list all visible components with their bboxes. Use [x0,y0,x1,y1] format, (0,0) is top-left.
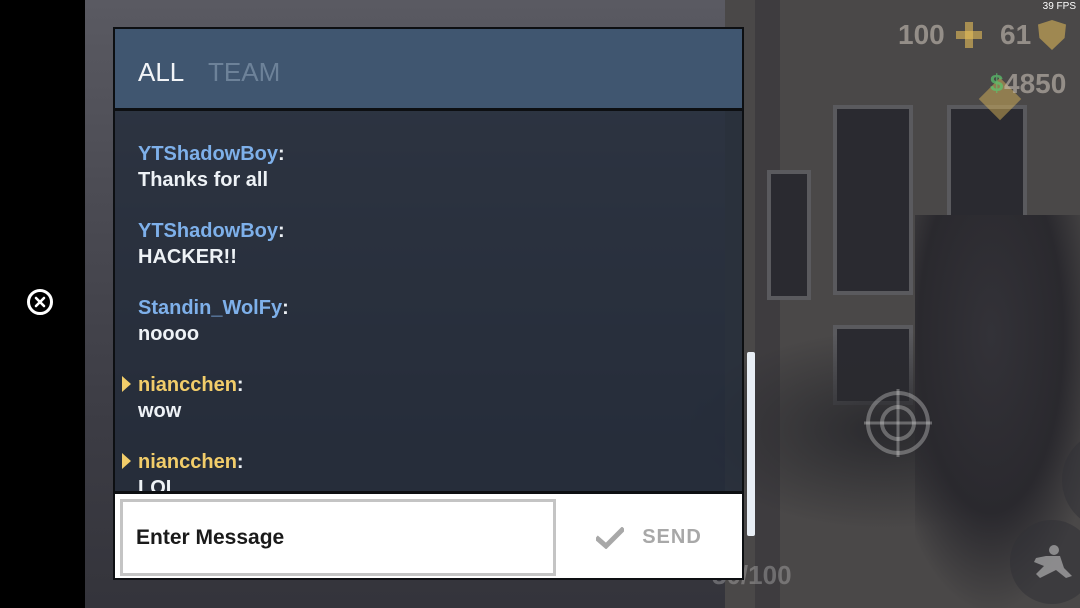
chat-header: ALL TEAM [115,29,742,111]
checkmark-icon [596,526,625,549]
send-button[interactable]: SEND [560,499,738,576]
left-strip [0,0,85,608]
fps-counter: 39 FPS [1042,1,1076,12]
chat-message-self: niancchen: wow [122,374,698,423]
health-value: 100 [898,19,945,50]
sender-name: Standin_WolFy [138,297,283,319]
send-label: SEND [642,526,702,548]
message-text: HACKER!! [138,246,237,268]
aim-button[interactable] [860,385,936,461]
armor-value: 61 [1000,19,1032,50]
chat-message: Standin_WolFy: noooo [138,297,698,346]
sender-name: YTShadowBoy [138,220,279,242]
message-text: LOL [138,477,178,491]
money-value: 4850 [1004,68,1067,99]
sender-name: YTShadowBoy [138,143,279,165]
tab-all[interactable]: ALL [138,57,184,88]
sender-name: niancchen [138,451,237,473]
chat-message: YTShadowBoy: Thanks for all [138,143,698,192]
message-text: noooo [138,323,200,345]
self-marker-icon [122,453,131,469]
self-marker-icon [122,376,131,392]
sender-name: niancchen [138,374,237,396]
chat-message-list[interactable]: YTShadowBoy: Thanks for all YTShadowBoy:… [115,111,742,491]
message-text: Thanks for all [138,169,269,191]
building-window [833,105,913,295]
chat-scrollbar[interactable] [747,352,755,536]
tab-team[interactable]: TEAM [208,57,280,88]
message-text: wow [138,400,182,422]
close-chat-button[interactable] [27,289,53,315]
chat-footer: SEND [115,491,742,578]
plus-icon [956,22,982,48]
chat-panel: ALL TEAM YTShadowBoy: Thanks for all YTS… [113,27,744,580]
message-input[interactable] [120,499,556,576]
chat-message-self: niancchen: LOL [122,451,698,491]
prone-icon [1034,545,1072,578]
close-icon [34,296,46,308]
crosshair-icon [864,389,932,457]
money-symbol: $ [990,70,1004,97]
building-window [767,170,811,300]
chat-message: YTShadowBoy: HACKER!! [138,220,698,269]
